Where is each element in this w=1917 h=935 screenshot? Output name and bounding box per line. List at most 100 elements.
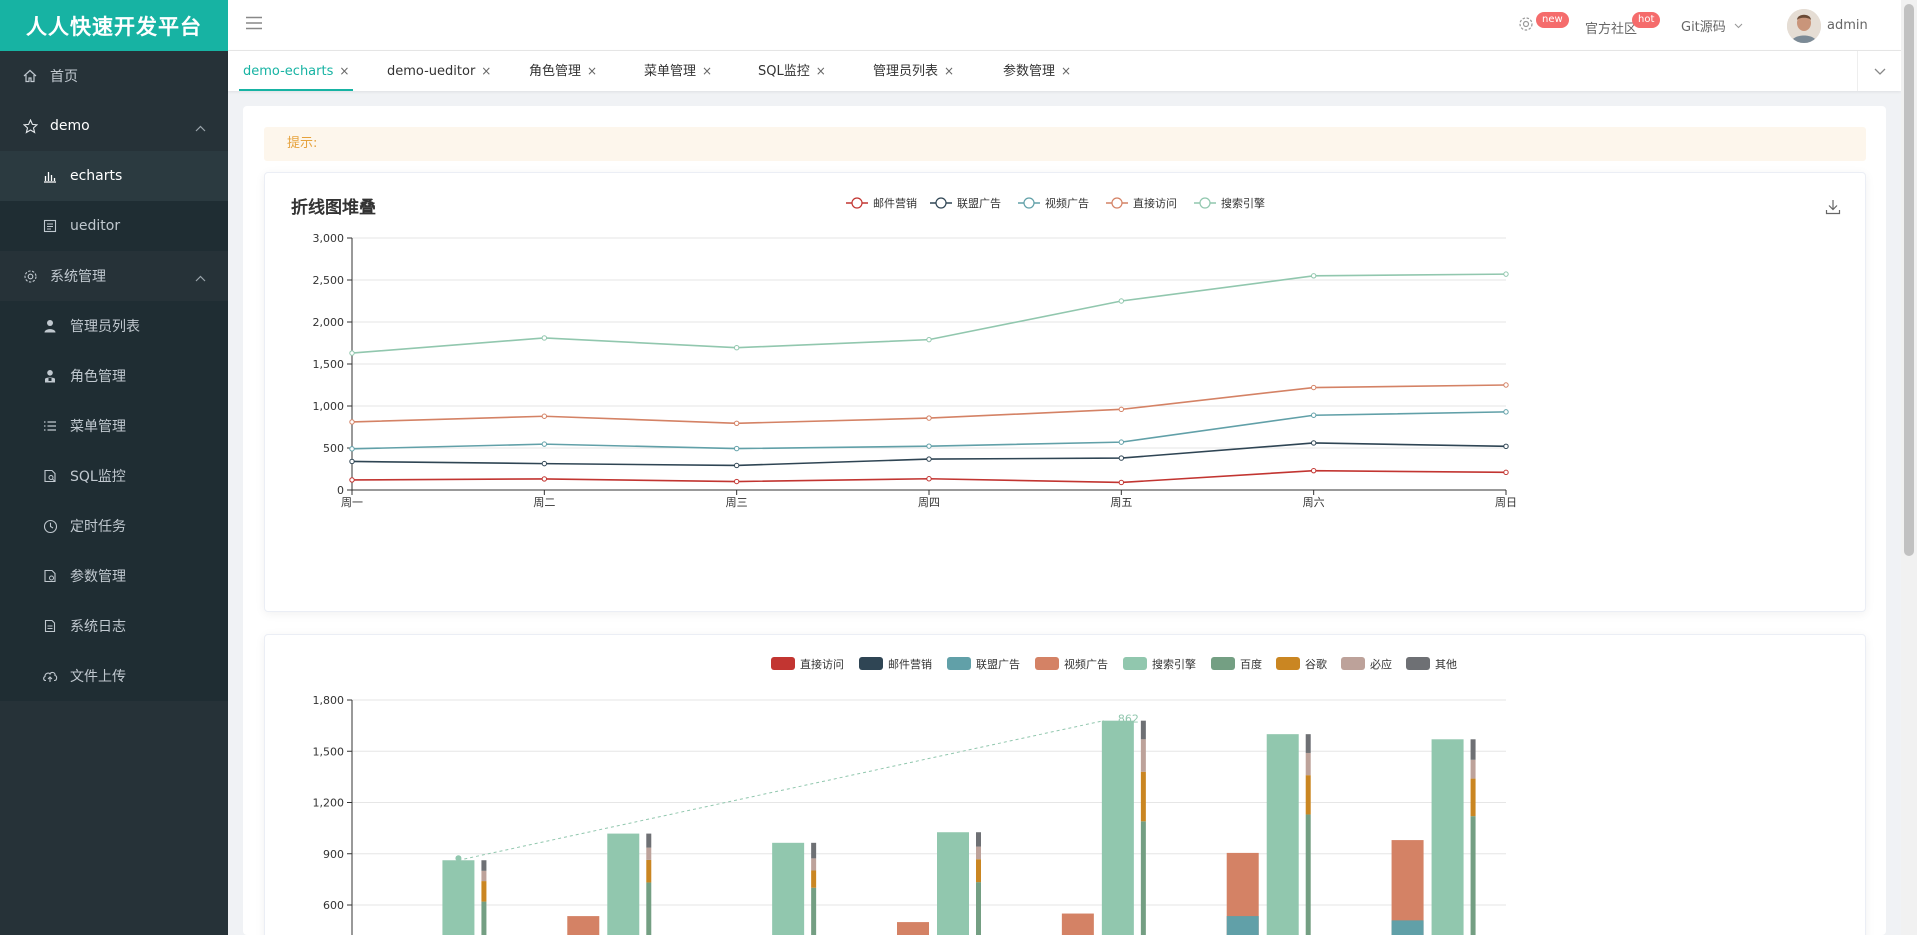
bar-stack-谷歌 xyxy=(811,870,817,888)
bar-search-engine xyxy=(937,832,969,935)
data-point xyxy=(1310,440,1317,446)
legend-item: 必应 xyxy=(1341,657,1392,671)
mark-line-label: 862 xyxy=(1118,713,1139,726)
tab-label: 参数管理 xyxy=(1003,64,1056,79)
tab-label: SQL监控 xyxy=(758,64,810,79)
legend-marker xyxy=(1023,197,1035,209)
sidebar-item-label: demo xyxy=(50,118,90,134)
legend-label: 谷歌 xyxy=(1305,657,1327,671)
data-point xyxy=(733,462,740,469)
sidebar-item-sql[interactable]: SQL监控 xyxy=(0,451,228,501)
tabs-dropdown-button[interactable] xyxy=(1857,51,1901,91)
y-tick-label: 1,000 xyxy=(313,400,345,413)
legend-label: 联盟广告 xyxy=(976,658,1020,671)
x-tick-label: 周日 xyxy=(1495,496,1517,509)
bar-union-ads xyxy=(1391,920,1424,935)
tab-role[interactable]: 角色管理 × xyxy=(529,51,597,91)
new-badge: new xyxy=(1536,12,1569,28)
x-tick-label: 周二 xyxy=(533,496,555,509)
git-dropdown[interactable]: Git源码 xyxy=(1681,0,1743,51)
y-tick-label: 1,800 xyxy=(313,694,345,707)
data-point xyxy=(349,419,355,425)
data-point xyxy=(541,476,548,482)
close-icon[interactable]: × xyxy=(702,64,712,78)
sidebar-item-ueditor[interactable]: ueditor xyxy=(0,201,228,251)
tab-admin-list[interactable]: 管理员列表 × xyxy=(873,51,954,91)
bar-search-engine xyxy=(772,842,805,935)
bar-video-ads xyxy=(1061,913,1094,935)
close-icon[interactable]: × xyxy=(816,64,826,78)
legend-label: 百度 xyxy=(1240,657,1262,671)
bar-stack-其他 xyxy=(646,833,652,848)
sidebar-item-schedule[interactable]: 定时任务 xyxy=(0,501,228,551)
sidebar-item-home[interactable]: 首页 xyxy=(0,51,228,101)
legend-item: 直接访问 xyxy=(1106,196,1177,210)
menu-toggle-icon[interactable] xyxy=(246,16,262,34)
brand-logo[interactable]: 人人快速开发平台 xyxy=(0,0,228,51)
bar-video-ads xyxy=(567,916,600,935)
sidebar-item-demo[interactable]: demo xyxy=(0,101,228,151)
close-icon[interactable]: × xyxy=(1061,64,1071,78)
bar-chart: 直接访问 邮件营销 联盟广告 视频广告 搜索引擎 百度 谷歌 必应 其他 600 900 1,200 1… xyxy=(313,657,1506,935)
legend-swatch xyxy=(1123,657,1147,670)
settings-doc-icon xyxy=(42,568,58,584)
legend-item: 联盟广告 xyxy=(930,197,1001,210)
tab-menu[interactable]: 菜单管理 × xyxy=(644,51,712,91)
x-tick-label: 周六 xyxy=(1303,496,1325,509)
legend-swatch xyxy=(1341,657,1365,670)
bar-stack-百度 xyxy=(811,887,817,935)
sidebar-item-params[interactable]: 参数管理 xyxy=(0,551,228,601)
legend-item: 邮件营销 xyxy=(846,196,917,210)
close-icon[interactable]: × xyxy=(339,64,349,78)
close-icon[interactable]: × xyxy=(944,64,954,78)
y-tick-label: 500 xyxy=(323,442,344,455)
legend-item: 百度 xyxy=(1211,657,1262,671)
vertical-scrollbar[interactable] xyxy=(1901,0,1917,935)
sidebar-item-log[interactable]: 系统日志 xyxy=(0,601,228,651)
sidebar-item-echarts[interactable]: echarts xyxy=(0,151,228,201)
close-icon[interactable]: × xyxy=(481,64,491,78)
data-point xyxy=(349,477,355,483)
bar-stack-百度 xyxy=(1305,814,1311,935)
user-menu[interactable]: admin xyxy=(1787,0,1868,51)
data-point xyxy=(1118,479,1125,486)
y-tick-label: 1,500 xyxy=(313,358,345,371)
sidebar-item-label: 首页 xyxy=(50,69,78,85)
sidebar-item-menu[interactable]: 菜单管理 xyxy=(0,401,228,451)
sidebar-item-role[interactable]: 角色管理 xyxy=(0,351,228,401)
tab-demo-ueditor[interactable]: demo-ueditor × xyxy=(387,51,491,91)
tab-params[interactable]: 参数管理 × xyxy=(1003,51,1071,91)
sidebar-item-system[interactable]: 系统管理 xyxy=(0,251,228,301)
legend-item: 视频广告 xyxy=(1035,657,1108,671)
home-icon xyxy=(22,68,38,84)
community-link[interactable]: 官方社区 hot xyxy=(1585,0,1661,51)
data-point xyxy=(1503,382,1509,388)
x-tick-label: 周一 xyxy=(341,496,363,509)
bar-stack-必应 xyxy=(976,846,981,860)
legend-swatch xyxy=(1035,657,1059,670)
bar-search-engine xyxy=(1431,739,1464,935)
sidebar-item-label: 文件上传 xyxy=(70,669,126,685)
sidebar-item-admin-list[interactable]: 管理员列表 xyxy=(0,301,228,351)
data-point xyxy=(733,478,740,485)
list-icon xyxy=(42,418,58,434)
tip-alert: 提示: xyxy=(264,127,1866,161)
tab-label: 角色管理 xyxy=(529,64,582,79)
tab-sql[interactable]: SQL监控 × xyxy=(758,51,826,91)
bar-chart-card: 直接访问 邮件营销 联盟广告 视频广告 搜索引擎 百度 谷歌 必应 其他 600 900 1,200 1… xyxy=(264,634,1866,935)
scrollbar-thumb[interactable] xyxy=(1904,4,1914,556)
sidebar-item-label: ueditor xyxy=(70,218,121,234)
sidebar-submenu: 管理员列表 角色管理 菜单管理 SQL监控 定时任务 参数管理 系统日志 文件上… xyxy=(0,301,228,701)
legend-label: 联盟广告 xyxy=(957,197,1001,210)
avatar[interactable] xyxy=(1787,8,1821,43)
cloud-upload-icon xyxy=(42,668,58,684)
legend-label: 视频广告 xyxy=(1045,196,1089,210)
tab-demo-echarts[interactable]: demo-echarts × xyxy=(238,51,354,91)
legend-label: 邮件营销 xyxy=(888,657,932,671)
close-icon[interactable]: × xyxy=(587,64,597,78)
sidebar-item-upload[interactable]: 文件上传 xyxy=(0,651,228,701)
legend-swatch xyxy=(771,657,795,670)
settings-button[interactable]: new xyxy=(1518,0,1569,51)
legend-item: 搜索引擎 xyxy=(1123,657,1196,671)
bar-search-engine xyxy=(1101,720,1134,935)
